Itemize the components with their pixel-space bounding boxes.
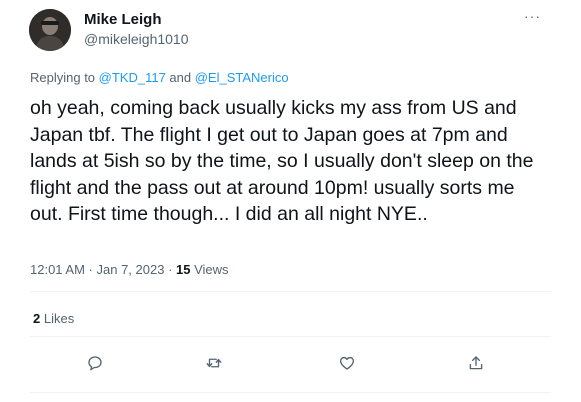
mention-link[interactable]: @El_STANerico <box>195 70 289 85</box>
share-button[interactable] <box>465 352 487 374</box>
author-name[interactable]: Mike Leigh <box>84 11 162 28</box>
divider <box>30 291 551 292</box>
replying-prefix: Replying to <box>30 70 99 85</box>
divider <box>30 336 551 337</box>
meta-separator: · <box>84 262 97 277</box>
tweet: Mike Leigh @mikeleigh1010 ··· Replying t… <box>0 0 581 402</box>
likes-label: Likes <box>40 311 75 326</box>
mention-link[interactable]: @TKD_117 <box>99 70 166 85</box>
retweet-button[interactable] <box>203 352 225 374</box>
reply-icon <box>88 356 102 371</box>
tweet-text: oh yeah, coming back usually kicks my as… <box>30 97 534 225</box>
tweet-meta: 12:01 AM · Jan 7, 2023 · 15 Views <box>30 262 229 277</box>
divider <box>30 392 551 393</box>
views-label: Views <box>190 262 229 277</box>
profile-photo-icon <box>29 9 71 51</box>
tweet-date[interactable]: Jan 7, 2023 <box>97 262 165 277</box>
more-options-icon[interactable]: ··· <box>524 8 541 24</box>
share-icon <box>469 356 483 370</box>
reply-button[interactable] <box>84 352 106 374</box>
like-button[interactable] <box>336 352 358 374</box>
replying-joiner: and <box>165 70 195 85</box>
avatar[interactable] <box>29 9 71 51</box>
likes-link[interactable]: 2 Likes <box>33 311 74 326</box>
views-count: 15 <box>176 262 191 277</box>
retweet-icon <box>206 358 222 368</box>
author-handle[interactable]: @mikeleigh1010 <box>84 31 189 47</box>
tweet-time[interactable]: 12:01 AM <box>30 262 85 277</box>
replying-to: Replying to @TKD_117 and @El_STANerico <box>30 70 289 85</box>
like-icon <box>339 356 355 370</box>
meta-separator: · <box>164 262 177 277</box>
